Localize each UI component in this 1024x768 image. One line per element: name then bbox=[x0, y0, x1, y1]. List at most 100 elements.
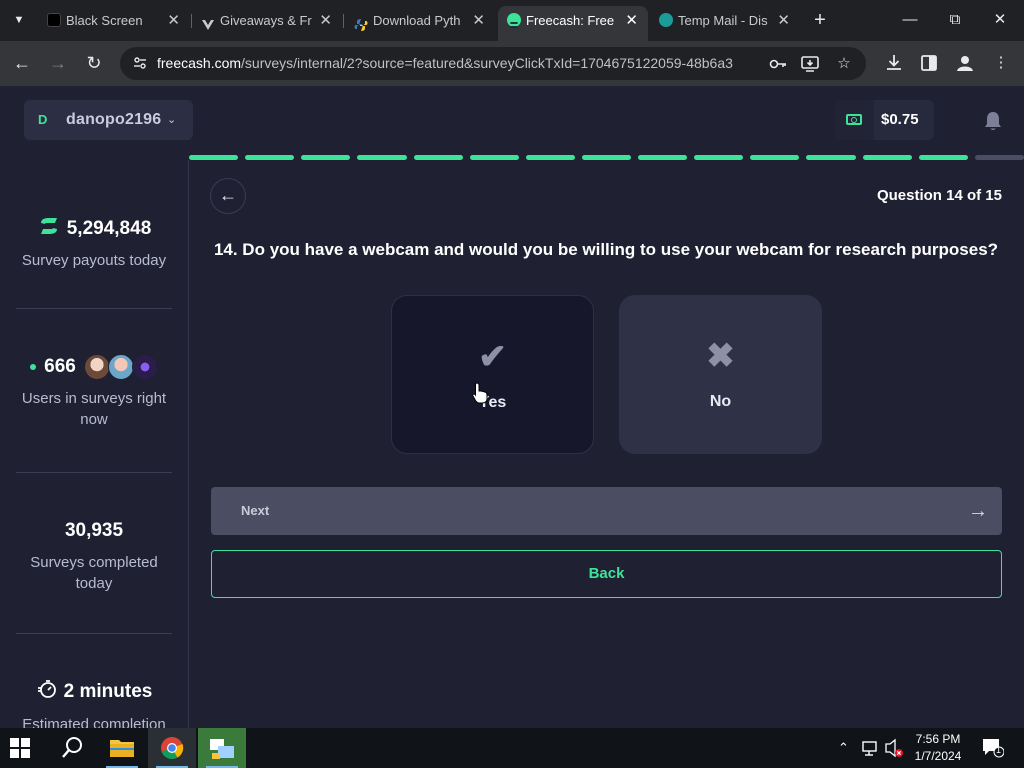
python-logo-favicon-icon bbox=[354, 13, 368, 31]
progress-segment bbox=[638, 155, 688, 160]
forward-nav-button[interactable]: → bbox=[46, 51, 70, 75]
close-tab-icon[interactable]: ✕ bbox=[472, 6, 485, 35]
tab-title: Download Pyth bbox=[373, 13, 461, 28]
stopwatch-icon bbox=[36, 678, 58, 706]
divider bbox=[16, 472, 172, 473]
user-initial: D bbox=[38, 112, 48, 127]
online-dot-icon bbox=[30, 364, 37, 370]
tab-title: Freecash: Free bbox=[526, 13, 615, 28]
arrow-right-icon: → bbox=[968, 500, 988, 522]
new-tab-button[interactable]: + bbox=[809, 9, 831, 31]
progress-segment bbox=[581, 155, 632, 160]
balance-amount: $0.75 bbox=[881, 111, 919, 128]
browser-tab-strip: ▼ Black Screen ✕ Giveaways & Fr ✕ Downlo… bbox=[0, 0, 1024, 41]
file-explorer-icon[interactable] bbox=[98, 728, 146, 768]
progress-segment bbox=[862, 155, 912, 160]
x-icon: ✖ bbox=[706, 337, 735, 375]
question-counter: Question 14 of 15 bbox=[876, 187, 1002, 204]
browser-menu-icon[interactable]: ⋮ bbox=[990, 52, 1012, 74]
avatar bbox=[107, 354, 134, 380]
key-icon[interactable] bbox=[768, 54, 788, 74]
progress-segment bbox=[806, 155, 856, 160]
tab-giveaways[interactable]: Giveaways & Fr ✕ bbox=[192, 6, 342, 35]
install-app-icon[interactable] bbox=[800, 54, 820, 74]
back-arrow-button[interactable]: ← bbox=[210, 178, 246, 214]
tab-download-python[interactable]: Download Pyth ✕ bbox=[345, 6, 495, 35]
progress-segment bbox=[750, 155, 800, 160]
close-tab-icon[interactable]: ✕ bbox=[319, 6, 332, 35]
browser-toolbar: ← → ↻ freecash.com/surveys/internal/2?so… bbox=[0, 41, 1024, 86]
user-menu-button[interactable]: D danopo2196 ⌄ bbox=[24, 100, 193, 140]
divider bbox=[16, 633, 172, 634]
progress-segment bbox=[357, 155, 407, 160]
profile-icon[interactable] bbox=[954, 52, 976, 74]
payouts-value: 5,294,848 bbox=[66, 218, 152, 239]
progress-segment bbox=[301, 155, 351, 160]
page-content: D danopo2196 ⌄ $0.75 5,294,848 Survey pa… bbox=[0, 86, 1024, 728]
tab-title: Temp Mail - Dis bbox=[678, 13, 768, 28]
windows-start-icon[interactable] bbox=[10, 738, 30, 758]
restore-button[interactable]: ⧉ bbox=[940, 8, 970, 32]
minimize-button[interactable]: — bbox=[895, 8, 925, 32]
freecash-favicon-icon bbox=[507, 13, 521, 28]
notification-bell-icon[interactable] bbox=[982, 110, 1004, 132]
answer-yes-label: Yes bbox=[478, 394, 507, 411]
surveys-completed-label: Surveys completed today bbox=[30, 554, 158, 592]
tab-freecash[interactable]: Freecash: Free ✕ bbox=[498, 6, 648, 41]
close-tab-icon[interactable]: ✕ bbox=[625, 6, 638, 35]
back-nav-button[interactable]: ← bbox=[10, 51, 34, 75]
chrome-taskbar-icon[interactable] bbox=[148, 728, 196, 768]
tab-title: Black Screen bbox=[66, 13, 143, 28]
next-label: Next bbox=[241, 503, 270, 518]
back-button[interactable]: Back bbox=[211, 550, 1002, 598]
site-settings-icon[interactable] bbox=[132, 55, 148, 71]
answer-no-card[interactable]: ✖ No bbox=[619, 295, 822, 454]
action-center-icon[interactable]: 1 bbox=[982, 738, 1005, 758]
tempmail-favicon-icon bbox=[659, 13, 673, 27]
estimated-value: 2 minutes bbox=[63, 681, 153, 702]
payouts-stat: 5,294,848 Survey payouts today bbox=[0, 214, 188, 271]
progress-segment bbox=[694, 155, 744, 160]
estimated-completion-stat: 2 minutes Estimated completion bbox=[0, 678, 188, 728]
notification-count: 1 bbox=[996, 745, 1002, 755]
show-hidden-icons-icon[interactable]: ⌃ bbox=[838, 728, 849, 768]
payouts-label: Survey payouts today bbox=[21, 252, 167, 269]
reload-button[interactable]: ↻ bbox=[82, 51, 106, 75]
address-bar[interactable]: freecash.com/surveys/internal/2?source=f… bbox=[120, 47, 866, 80]
volume-muted-icon[interactable] bbox=[884, 728, 904, 768]
close-tab-icon[interactable]: ✕ bbox=[777, 6, 790, 35]
balance-badge[interactable]: $0.75 bbox=[834, 100, 934, 140]
side-panel-icon[interactable] bbox=[918, 52, 940, 74]
progress-segment bbox=[974, 155, 1024, 160]
survey-progress-bar bbox=[189, 155, 1024, 160]
username: danopo2196 bbox=[66, 111, 162, 128]
answer-yes-card[interactable]: ✔ Yes bbox=[391, 295, 594, 454]
answer-no-label: No bbox=[709, 393, 732, 410]
next-button[interactable]: Next → bbox=[211, 487, 1002, 535]
tab-search-menu-button[interactable]: ▼ bbox=[8, 9, 30, 31]
users-value: 666 bbox=[44, 356, 76, 377]
black-screen-favicon-icon bbox=[47, 13, 61, 27]
estimated-label: Estimated completion bbox=[22, 716, 166, 728]
close-window-button[interactable]: ✕ bbox=[985, 8, 1015, 32]
search-taskbar-icon[interactable] bbox=[48, 728, 96, 768]
v-logo-favicon-icon bbox=[201, 13, 215, 30]
users-stat: 666 Users in surveys right now bbox=[0, 354, 188, 430]
url-text: freecash.com/surveys/internal/2?source=f… bbox=[157, 47, 733, 80]
close-tab-icon[interactable]: ✕ bbox=[167, 6, 180, 35]
tab-separator bbox=[343, 14, 344, 28]
tab-temp-mail[interactable]: Temp Mail - Dis ✕ bbox=[650, 6, 800, 35]
tab-black-screen[interactable]: Black Screen ✕ bbox=[38, 6, 190, 35]
progress-segment bbox=[245, 155, 295, 160]
bookmark-star-icon[interactable]: ☆ bbox=[834, 54, 854, 74]
users-label: Users in surveys right now bbox=[21, 390, 167, 428]
chevron-down-icon: ⌄ bbox=[167, 114, 177, 126]
hand-cursor-icon bbox=[472, 382, 488, 404]
downloads-icon[interactable] bbox=[883, 52, 905, 74]
clock-date: 1/7/2024 bbox=[914, 749, 962, 763]
network-icon[interactable] bbox=[862, 728, 880, 768]
progress-segment bbox=[189, 155, 239, 160]
divider bbox=[16, 308, 172, 309]
taskbar-clock[interactable]: 7:56 PM 1/7/2024 bbox=[904, 731, 972, 765]
app-taskbar-icon[interactable] bbox=[198, 728, 246, 768]
